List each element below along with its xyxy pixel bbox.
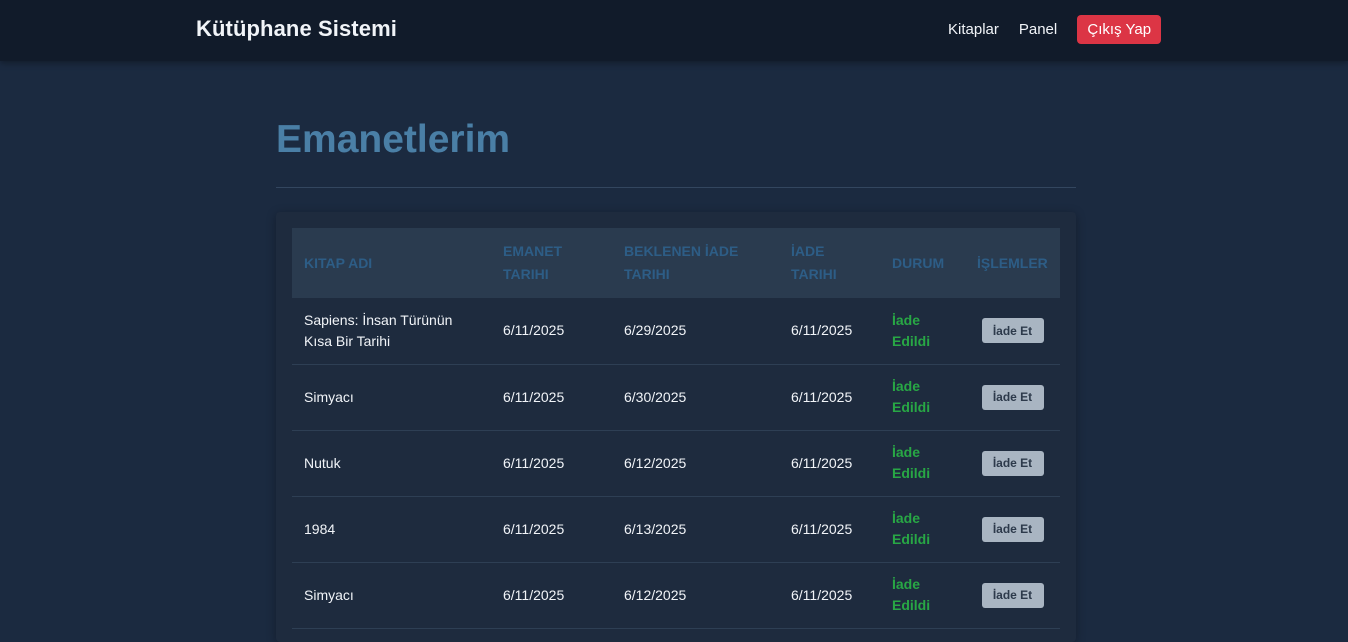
table-header: Kitap Adı Emanet Tarihi Beklenen İade Ta…	[292, 228, 1060, 298]
return-button[interactable]: İade Et	[981, 582, 1044, 608]
cell-expected-return: 6/12/2025	[612, 430, 779, 497]
cell-book-title: Simyacı	[292, 364, 491, 431]
return-button[interactable]: İade Et	[981, 384, 1044, 410]
cell-status: İade Edildi	[880, 364, 965, 431]
cell-expected-return: 6/29/2025	[612, 298, 779, 365]
page-title: Emanetlerim	[276, 118, 511, 161]
loans-table: Kitap Adı Emanet Tarihi Beklenen İade Ta…	[292, 228, 1060, 629]
return-button[interactable]: İade Et	[981, 516, 1044, 542]
column-header-expected-return: Beklenen İade Tarihi	[612, 228, 779, 298]
cell-status: İade Edildi	[880, 298, 965, 365]
cell-status: İade Edildi	[880, 562, 965, 629]
cell-return-date: 6/11/2025	[779, 496, 880, 563]
cell-return-date: 6/11/2025	[779, 562, 880, 629]
navbar: Kütüphane Sistemi Kitaplar Panel Çıkış Y…	[0, 0, 1348, 61]
column-header-status: Durum	[880, 228, 965, 298]
cell-return-date: 6/11/2025	[779, 364, 880, 431]
cell-status: İade Edildi	[880, 496, 965, 563]
cell-expected-return: 6/12/2025	[612, 562, 779, 629]
cell-book-title: Sapiens: İnsan Türünün Kısa Bir Tarihi	[292, 298, 491, 365]
logout-button[interactable]: Çıkış Yap	[1077, 15, 1162, 44]
cell-actions: İade Et	[965, 562, 1060, 629]
cell-actions: İade Et	[965, 298, 1060, 365]
table-row: Sapiens: İnsan Türünün Kısa Bir Tarihi 6…	[292, 298, 1060, 365]
cell-loan-date: 6/11/2025	[491, 364, 612, 431]
title-divider	[276, 187, 1076, 188]
return-button[interactable]: İade Et	[981, 450, 1044, 476]
cell-expected-return: 6/30/2025	[612, 364, 779, 431]
cell-loan-date: 6/11/2025	[491, 496, 612, 563]
cell-book-title: Simyacı	[292, 562, 491, 629]
cell-loan-date: 6/11/2025	[491, 562, 612, 629]
table-body: Sapiens: İnsan Türünün Kısa Bir Tarihi 6…	[292, 298, 1060, 629]
cell-return-date: 6/11/2025	[779, 430, 880, 497]
nav-links: Kitaplar Panel Çıkış Yap	[948, 15, 1162, 44]
cell-expected-return: 6/13/2025	[612, 496, 779, 563]
cell-actions: İade Et	[965, 496, 1060, 563]
loans-card: Kitap Adı Emanet Tarihi Beklenen İade Ta…	[276, 212, 1076, 642]
cell-return-date: 6/11/2025	[779, 298, 880, 365]
header-row: Kitap Adı Emanet Tarihi Beklenen İade Ta…	[292, 228, 1060, 298]
table-row: 1984 6/11/2025 6/13/2025 6/11/2025 İade …	[292, 496, 1060, 563]
cell-loan-date: 6/11/2025	[491, 298, 612, 365]
return-button[interactable]: İade Et	[981, 318, 1044, 344]
cell-loan-date: 6/11/2025	[491, 430, 612, 497]
nav-link-books[interactable]: Kitaplar	[948, 21, 999, 38]
cell-actions: İade Et	[965, 364, 1060, 431]
cell-book-title: Nutuk	[292, 430, 491, 497]
column-header-return-date: İade Tarihi	[779, 228, 880, 298]
table-row: Simyacı 6/11/2025 6/30/2025 6/11/2025 İa…	[292, 364, 1060, 431]
column-header-actions: İşlemler	[965, 228, 1060, 298]
nav-link-panel[interactable]: Panel	[1019, 21, 1057, 38]
table-row: Simyacı 6/11/2025 6/12/2025 6/11/2025 İa…	[292, 562, 1060, 629]
cell-status: İade Edildi	[880, 430, 965, 497]
column-header-loan-date: Emanet Tarihi	[491, 228, 612, 298]
brand-title[interactable]: Kütüphane Sistemi	[196, 16, 397, 42]
cell-actions: İade Et	[965, 430, 1060, 497]
cell-book-title: 1984	[292, 496, 491, 563]
column-header-title: Kitap Adı	[292, 228, 491, 298]
table-row: Nutuk 6/11/2025 6/12/2025 6/11/2025 İade…	[292, 430, 1060, 497]
